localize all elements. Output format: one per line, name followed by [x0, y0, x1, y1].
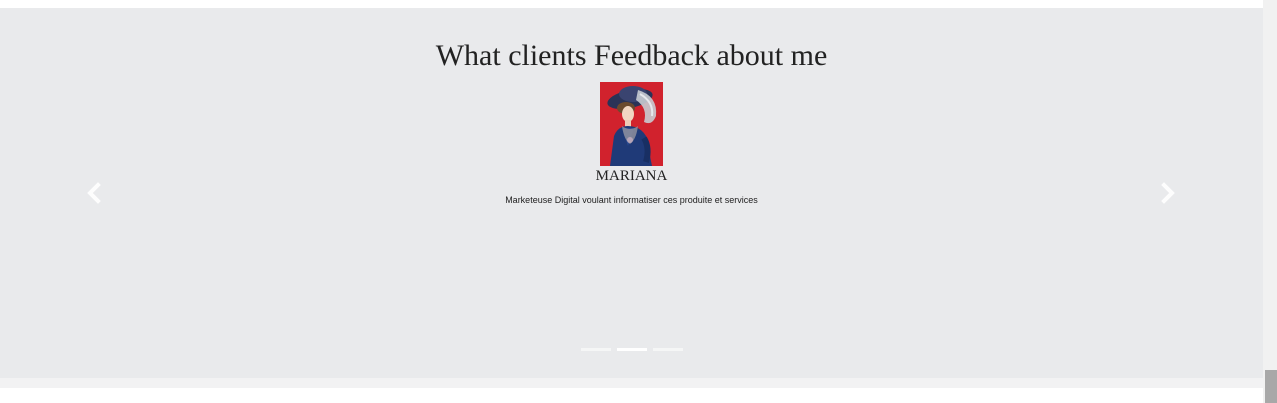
chevron-left-icon: [87, 182, 101, 204]
carousel-indicator-2[interactable]: [617, 348, 647, 351]
testimonials-carousel: What clients Feedback about me MARIANA M…: [0, 8, 1263, 378]
carousel-indicator-1[interactable]: [581, 348, 611, 351]
scrollbar-thumb[interactable]: [1265, 370, 1277, 403]
section-divider: [0, 378, 1263, 388]
carousel-prev-button[interactable]: [80, 178, 110, 208]
carousel-indicators: [580, 348, 684, 352]
carousel-next-button[interactable]: [1152, 178, 1182, 208]
client-description: Marketeuse Digital voulant informatiser …: [505, 195, 758, 205]
client-portrait: [600, 82, 663, 166]
page-scrollbar[interactable]: [1263, 0, 1277, 403]
carousel-indicator-3[interactable]: [653, 348, 683, 351]
portrait-image: [600, 82, 663, 166]
section-title: What clients Feedback about me: [435, 39, 828, 72]
client-name: MARIANA: [595, 168, 668, 184]
chevron-right-icon: [1161, 182, 1175, 204]
page: What clients Feedback about me MARIANA M…: [0, 0, 1277, 403]
